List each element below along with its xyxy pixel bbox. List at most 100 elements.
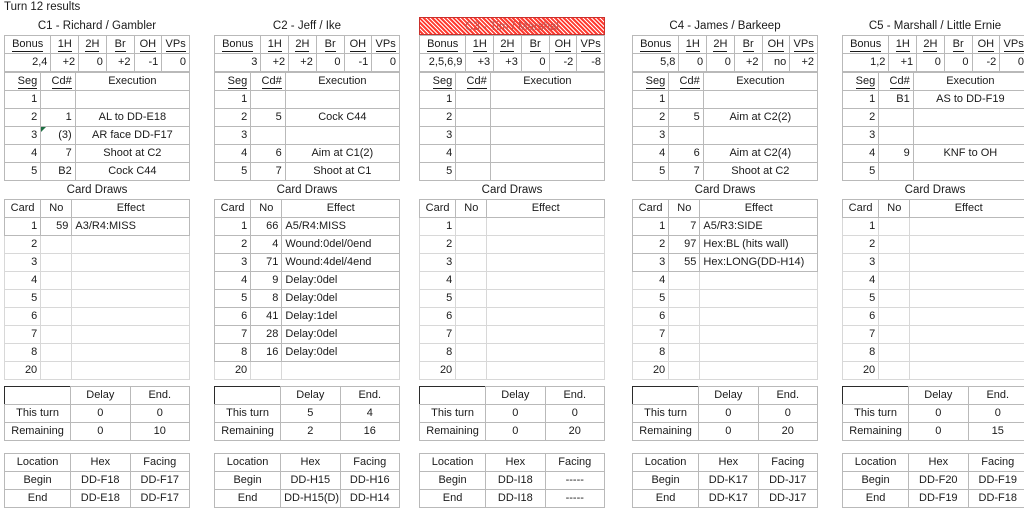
execution-card-number — [455, 162, 491, 181]
execution-action — [74, 90, 191, 109]
card-draws-effect — [71, 253, 190, 272]
card-draws-effect — [909, 325, 1024, 344]
card-draws-number — [455, 325, 488, 344]
card-draws-index: 1 — [418, 217, 457, 236]
execution-action: Shoot at C2 — [74, 144, 191, 163]
execution-card-number — [668, 90, 704, 109]
card-draws-number: 97 — [668, 235, 701, 254]
bonus-header-label: 1H — [267, 38, 282, 52]
delay-end-delay-value: 0 — [485, 404, 546, 423]
card-draws-effect: A5/R4:MISS — [281, 217, 400, 236]
execution-card-number — [878, 126, 914, 145]
card-draws-number — [878, 217, 911, 236]
location-facing: DD-F17 — [129, 471, 191, 490]
card-draws-row: 4 9 Delay:0del — [213, 271, 400, 290]
card-draws-table: Card No Effect 1 2 3 4 5 6 7 8 20 — [841, 199, 1024, 380]
card-draws-row: 5 — [841, 289, 1024, 308]
card-draws-number — [40, 325, 73, 344]
location-facing: DD-H16 — [339, 471, 401, 490]
execution-row: 3 (3) AR face DD-F17 — [3, 126, 191, 145]
card-draws-number — [668, 361, 701, 380]
execution-header-row: Seg Cd# Execution — [631, 72, 819, 91]
execution-header-label: Execution — [108, 75, 157, 87]
execution-action — [284, 90, 401, 109]
bonus-header-label: OH — [767, 38, 785, 52]
execution-seg: 5 — [841, 162, 880, 181]
bonus-header-br: Br — [105, 35, 135, 54]
location-header-hex: Hex — [70, 453, 131, 472]
bonus-header-row: Bonus 1H 2H Br OH VPs — [631, 35, 818, 54]
delay-end-header-delay: Delay — [485, 386, 546, 405]
bonus-header-bonus: Bonus — [213, 35, 262, 54]
card-draws-index: 1 — [213, 217, 252, 236]
location-row: End DD-K17 DD-J17 — [631, 489, 819, 508]
execution-card-number — [668, 126, 704, 145]
card-draws-header-row: Card No Effect — [418, 199, 605, 218]
card-draws-index: 2 — [631, 235, 670, 254]
card-draws-index: 2 — [418, 235, 457, 254]
location-row-label: Begin — [213, 471, 282, 490]
card-draws-row: 6 — [418, 307, 605, 326]
card-draws-number — [455, 253, 488, 272]
location-header-hex: Hex — [280, 453, 341, 472]
card-draws-row: 4 — [631, 271, 818, 290]
bonus-header-vps: VPs — [371, 35, 400, 54]
execution-table: Seg Cd# Execution 1 B1 AS to DD-F19 2 3 4 9 KNF to… — [841, 72, 1024, 181]
bonus-value-2h: 0 — [916, 53, 945, 72]
location-header-facing: Facing — [967, 453, 1024, 472]
bonus-value-oh: -2 — [971, 53, 1001, 72]
execution-header-ex: Execution — [284, 72, 401, 91]
delay-end-row-label: This turn — [418, 404, 487, 423]
location-hex: DD-E18 — [70, 489, 131, 508]
card-draws-header-eff: Effect — [909, 199, 1024, 218]
card-draws-row: 5 — [418, 289, 605, 308]
location-table: Location Hex Facing Begin DD-I18 ----- End DD-I… — [418, 453, 606, 508]
delay-end-header-end: End. — [129, 386, 191, 405]
card-draws-index: 6 — [213, 307, 252, 326]
bonus-header-oh: OH — [133, 35, 163, 54]
card-draws-number — [455, 307, 488, 326]
bonus-header-1h: 1H — [678, 35, 708, 54]
card-draws-header-eff: Effect — [486, 199, 605, 218]
location-header-row: Location Hex Facing — [841, 453, 1024, 472]
delay-end-delay-value: 0 — [698, 404, 759, 423]
card-draws-effect — [71, 271, 190, 290]
execution-header-row: Seg Cd# Execution — [213, 72, 401, 91]
card-draws-number: 59 — [40, 217, 73, 236]
execution-header-cd: Cd# — [250, 72, 286, 91]
execution-header-seg: Seg — [213, 72, 252, 91]
location-facing: ----- — [544, 489, 606, 508]
card-draws-index: 7 — [841, 325, 880, 344]
card-draws-row: 4 — [3, 271, 190, 290]
card-draws-number — [40, 361, 73, 380]
bonus-header-label: OH — [554, 38, 572, 52]
bonus-value-br: 0 — [315, 53, 345, 72]
execution-card-number — [878, 162, 914, 181]
execution-card-number — [878, 108, 914, 127]
location-row-label: End — [631, 489, 700, 508]
card-draws-index: 3 — [213, 253, 252, 272]
bonus-header-label: VPs — [580, 38, 601, 52]
card-draws-index: 5 — [631, 289, 670, 308]
bonus-value-1h: +3 — [465, 53, 495, 72]
card-draws-index: 8 — [3, 343, 42, 362]
execution-header-label: Execution — [946, 75, 995, 87]
bonus-header-row: Bonus 1H 2H Br OH VPs — [841, 35, 1024, 54]
execution-card-number: (3) — [40, 126, 76, 145]
panel-3: C3 - Tim / Marshal Bonus 1H 2H Br OH VPs 2,5,6,… — [418, 17, 606, 508]
execution-seg: 2 — [631, 108, 670, 127]
bonus-value-oh: -1 — [133, 53, 163, 72]
card-draws-row: 8 — [3, 343, 190, 362]
execution-card-number: 9 — [878, 144, 914, 163]
execution-action: Shoot at C2 — [702, 162, 819, 181]
execution-seg: 3 — [418, 126, 457, 145]
panel-title-2: C2 - Jeff / Ike — [272, 20, 342, 32]
execution-card-number: 7 — [668, 162, 704, 181]
card-draws-index: 4 — [3, 271, 42, 290]
delay-end-end-value: 16 — [339, 422, 401, 441]
execution-action: KNF to OH — [912, 144, 1024, 163]
card-draws-index: 5 — [3, 289, 42, 308]
card-draws-caption: Card Draws — [276, 184, 338, 196]
execution-action: Cock C44 — [74, 162, 191, 181]
bonus-header-vps: VPs — [161, 35, 190, 54]
